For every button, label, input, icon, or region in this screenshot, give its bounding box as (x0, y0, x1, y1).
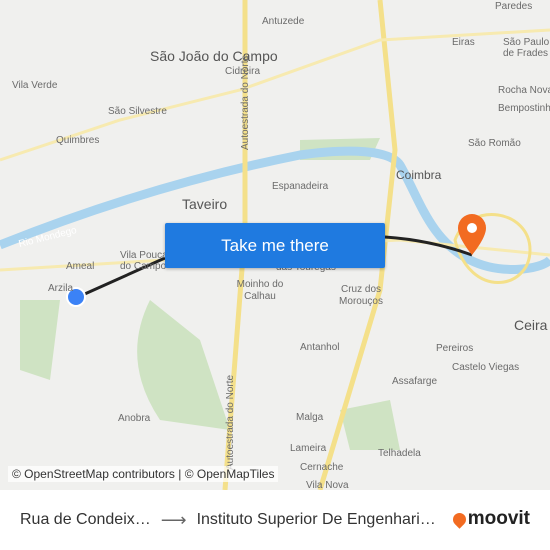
place-label: Antanhol (300, 342, 340, 353)
arrow-right-icon: ⟶ (160, 509, 187, 530)
place-label: Cruz dos Morouços (339, 284, 383, 307)
place-label: Ceira (514, 317, 548, 333)
place-label: Bempostinha (498, 103, 550, 114)
place-label: Antuzede (262, 16, 305, 27)
place-label: Malga (296, 412, 324, 423)
place-label: São Silvestre (108, 106, 167, 117)
place-label: Pereiros (436, 343, 474, 354)
place-label: Taveiro (182, 196, 228, 212)
place-label: Quimbres (56, 135, 100, 146)
place-label: Vila Nova (306, 480, 349, 490)
place-label: Telhadela (378, 448, 421, 459)
moovit-pin-icon (450, 509, 469, 529)
place-label: São Romão (468, 138, 521, 149)
place-label: Moinho do Calhau (236, 279, 284, 302)
place-label: São Paulo de Frades (503, 37, 550, 59)
place-label: Arzila (48, 283, 74, 294)
place-label: Espanadeira (272, 181, 329, 192)
take-me-there-button[interactable]: Take me there (165, 223, 385, 268)
place-label: São João do Campo (150, 48, 278, 64)
destination-name: Instituto Superior De Engenhari… (196, 511, 436, 528)
origin-name: Rua de Condeix… (20, 511, 151, 528)
place-label: Assafarge (392, 376, 438, 387)
place-label: Eiras (452, 37, 475, 48)
place-label: Castelo Viegas (452, 362, 520, 373)
place-label: Ameal (66, 261, 95, 272)
place-label: Anobra (118, 413, 151, 424)
place-label: Cernache (300, 462, 344, 473)
moovit-logo[interactable]: moovit (450, 508, 530, 530)
map-attribution[interactable]: © OpenStreetMap contributors | © OpenMap… (8, 466, 279, 482)
place-label: Coimbra (396, 168, 442, 182)
place-label: Paredes (495, 1, 533, 12)
map[interactable]: Antuzede São João do Campo Cidreira Eira… (0, 0, 550, 490)
road-label: Autoestrada do Norte (225, 374, 236, 470)
place-label: Lameira (290, 443, 327, 454)
road-label: Autoestrada do Norte (240, 54, 251, 150)
place-label: Vila Verde (12, 80, 58, 91)
place-label: Rocha Nova (498, 85, 550, 96)
